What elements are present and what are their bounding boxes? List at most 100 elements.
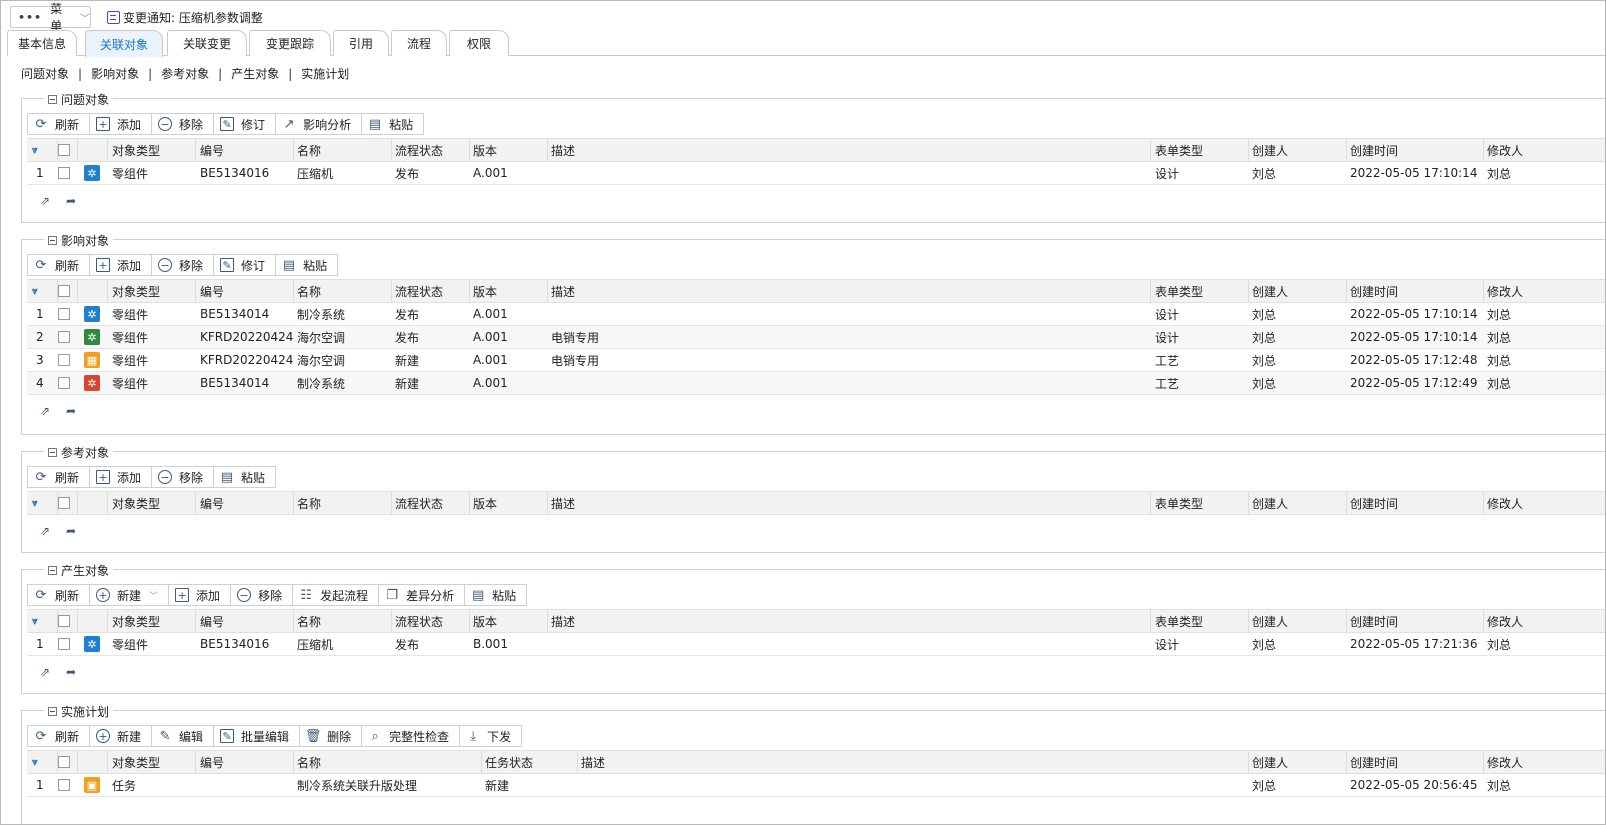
- column-divider[interactable]: [195, 280, 196, 302]
- collapse-icon[interactable]: [48, 236, 57, 245]
- tab-basic-info[interactable]: 基本信息: [7, 30, 77, 56]
- table-row[interactable]: 1 ▣ 任务 制冷系统关联升版处理 新建 刘总 2022-05-05 20:56:45 刘总: [27, 774, 1605, 797]
- column-divider[interactable]: [57, 610, 58, 632]
- column-header-type[interactable]: 对象类型: [112, 610, 160, 632]
- select-all-checkbox[interactable]: [58, 615, 70, 627]
- nav-reference-objects[interactable]: 参考对象: [161, 65, 209, 82]
- tab-change-tracking[interactable]: 变更跟踪: [249, 30, 331, 56]
- column-header-name[interactable]: 名称: [297, 139, 321, 161]
- remove-button[interactable]: − 移除: [231, 585, 294, 605]
- column-divider[interactable]: [1248, 280, 1249, 302]
- column-divider[interactable]: [293, 751, 294, 773]
- column-divider[interactable]: [1150, 280, 1151, 302]
- paste-button[interactable]: ▤ 粘贴: [276, 255, 337, 275]
- column-divider[interactable]: [293, 610, 294, 632]
- tab-related-objects[interactable]: 关联对象: [85, 30, 163, 57]
- row-checkbox[interactable]: [58, 167, 70, 179]
- column-header-type[interactable]: 对象类型: [112, 492, 160, 514]
- column-divider[interactable]: [547, 139, 548, 161]
- column-divider[interactable]: [107, 492, 108, 514]
- paste-button[interactable]: ▤ 粘贴: [465, 585, 526, 605]
- column-divider[interactable]: [469, 280, 470, 302]
- column-header-formtype[interactable]: 表单类型: [1155, 492, 1203, 514]
- column-header-created[interactable]: 创建时间: [1350, 751, 1398, 773]
- column-divider[interactable]: [195, 751, 196, 773]
- column-header-formtype[interactable]: 表单类型: [1155, 139, 1203, 161]
- table-row[interactable]: 1 ✲ 零组件 BE5134016 压缩机 发布 A.001 设计 刘总 2022-05-05 1…: [27, 162, 1605, 185]
- row-checkbox[interactable]: [58, 779, 70, 791]
- expand-all-icon[interactable]: ⩔: [32, 139, 38, 161]
- tab-workflow[interactable]: 流程: [391, 30, 447, 56]
- expand-all-icon[interactable]: ⩔: [32, 280, 38, 302]
- column-divider[interactable]: [1248, 492, 1249, 514]
- integrity-check-button[interactable]: ⌕ 完整性检查: [362, 726, 461, 746]
- column-divider[interactable]: [1346, 280, 1347, 302]
- column-divider[interactable]: [57, 280, 58, 302]
- column-header-status[interactable]: 流程状态: [395, 610, 443, 632]
- column-divider[interactable]: [547, 492, 548, 514]
- expand-all-icon[interactable]: ⩔: [32, 751, 38, 773]
- add-button[interactable]: + 添加: [90, 114, 153, 134]
- column-header-code[interactable]: 编号: [200, 610, 224, 632]
- column-divider[interactable]: [293, 280, 294, 302]
- share-icon[interactable]: ➦: [63, 664, 79, 680]
- column-divider[interactable]: [57, 751, 58, 773]
- column-divider[interactable]: [481, 751, 482, 773]
- edit-button[interactable]: ✎ 编辑: [152, 726, 215, 746]
- menu-button[interactable]: ••• 菜单 ﹀: [10, 2, 91, 33]
- column-header-version[interactable]: 版本: [473, 610, 497, 632]
- column-header-formtype[interactable]: 表单类型: [1155, 280, 1203, 302]
- export-icon[interactable]: ⇗: [37, 403, 53, 419]
- remove-button[interactable]: − 移除: [152, 255, 215, 275]
- column-header-modifier[interactable]: 修改人: [1487, 751, 1523, 773]
- select-all-checkbox[interactable]: [58, 497, 70, 509]
- collapse-icon[interactable]: [48, 95, 57, 104]
- column-divider[interactable]: [77, 751, 78, 773]
- remove-button[interactable]: − 移除: [152, 114, 215, 134]
- table-row[interactable]: 4 ✲ 零组件 BE5134014 制冷系统 新建 A.001 工艺 刘总 2022-05-05 …: [27, 372, 1605, 395]
- export-icon[interactable]: ⇗: [37, 664, 53, 680]
- column-header-creator[interactable]: 创建人: [1252, 751, 1288, 773]
- column-divider[interactable]: [1150, 492, 1151, 514]
- share-icon[interactable]: ➦: [63, 193, 79, 209]
- refresh-button[interactable]: ⟳ 刷新: [28, 255, 91, 275]
- dispatch-button[interactable]: ⤓ 下发: [460, 726, 521, 746]
- row-checkbox[interactable]: [58, 331, 70, 343]
- column-header-creator[interactable]: 创建人: [1252, 610, 1288, 632]
- tab-references[interactable]: 引用: [333, 30, 389, 56]
- column-divider[interactable]: [195, 139, 196, 161]
- table-row[interactable]: 3 ▦ 零组件 KFRD20220424 海尔空调 新建 A.001 电销专用 工艺 刘总 2022…: [27, 349, 1605, 372]
- select-all-checkbox[interactable]: [58, 144, 70, 156]
- column-divider[interactable]: [77, 610, 78, 632]
- column-divider[interactable]: [293, 492, 294, 514]
- collapse-icon[interactable]: [48, 566, 57, 575]
- column-divider[interactable]: [107, 139, 108, 161]
- column-divider[interactable]: [195, 492, 196, 514]
- column-divider[interactable]: [547, 610, 548, 632]
- column-header-creator[interactable]: 创建人: [1252, 280, 1288, 302]
- table-row[interactable]: 2 ✲ 零组件 KFRD20220424 海尔空调 发布 A.001 电销专用 设计 刘总 2022…: [27, 326, 1605, 349]
- column-header-version[interactable]: 版本: [473, 280, 497, 302]
- column-divider[interactable]: [107, 751, 108, 773]
- column-header-desc[interactable]: 描述: [551, 139, 575, 161]
- column-header-desc[interactable]: 描述: [551, 280, 575, 302]
- batch-edit-button[interactable]: ✎ 批量编辑: [214, 726, 301, 746]
- column-header-type[interactable]: 对象类型: [112, 280, 160, 302]
- collapse-icon[interactable]: [48, 448, 57, 457]
- column-header-status[interactable]: 流程状态: [395, 280, 443, 302]
- nav-impact-objects[interactable]: 影响对象: [91, 65, 139, 82]
- column-divider[interactable]: [391, 139, 392, 161]
- refresh-button[interactable]: ⟳ 刷新: [28, 585, 91, 605]
- tab-related-changes[interactable]: 关联变更: [167, 30, 247, 56]
- column-divider[interactable]: [547, 280, 548, 302]
- column-divider[interactable]: [1483, 751, 1484, 773]
- column-header-code[interactable]: 编号: [200, 139, 224, 161]
- column-header-status[interactable]: 流程状态: [395, 139, 443, 161]
- add-button[interactable]: + 添加: [169, 585, 232, 605]
- column-header-desc[interactable]: 描述: [551, 492, 575, 514]
- column-header-status[interactable]: 任务状态: [485, 751, 533, 773]
- column-divider[interactable]: [1346, 139, 1347, 161]
- column-divider[interactable]: [1346, 492, 1347, 514]
- row-checkbox[interactable]: [58, 308, 70, 320]
- revise-button[interactable]: ✎ 修订: [214, 255, 277, 275]
